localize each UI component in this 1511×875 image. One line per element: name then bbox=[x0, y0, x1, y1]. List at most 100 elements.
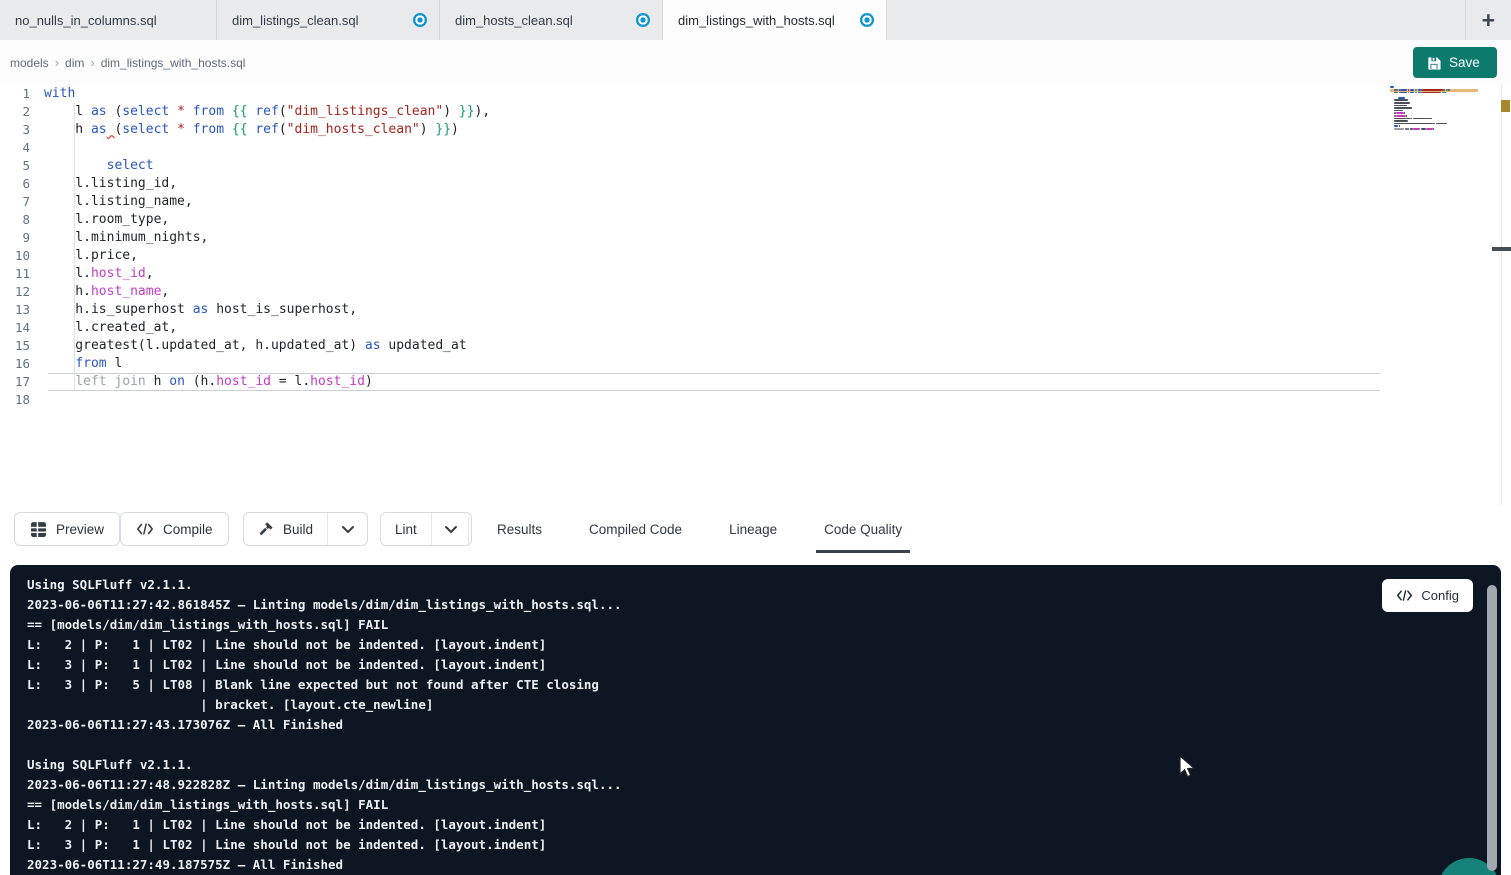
code-line: 9 l.minimum_nights, bbox=[0, 229, 1511, 247]
build-dropdown-button[interactable] bbox=[327, 513, 367, 545]
scrollbar-warning-marker bbox=[1501, 100, 1510, 112]
lint-split-button: Lint bbox=[380, 512, 472, 546]
config-button-label: Config bbox=[1421, 588, 1459, 603]
unsaved-changes-icon bbox=[636, 13, 650, 27]
lint-button[interactable]: Lint bbox=[381, 513, 431, 545]
editor-scrollbar-track bbox=[1501, 85, 1502, 505]
breadcrumb-item: dim bbox=[65, 56, 84, 70]
lint-dropdown-button[interactable] bbox=[431, 513, 471, 545]
editor-tab-3[interactable]: dim_hosts_clean.sql bbox=[440, 0, 663, 40]
panel-tab-code-quality[interactable]: Code Quality bbox=[816, 505, 910, 553]
scrollbar-position-marker[interactable] bbox=[1492, 247, 1511, 251]
line-number: 17 bbox=[0, 373, 44, 391]
editor-tab-2[interactable]: dim_listings_clean.sql bbox=[217, 0, 440, 40]
terminal-line: == [models/dim/dim_listings_with_hosts.s… bbox=[27, 795, 1471, 815]
breadcrumb-separator-icon: › bbox=[55, 55, 59, 70]
line-number: 3 bbox=[0, 121, 44, 139]
terminal-line: L: 3 | P: 1 | LT02 | Line should not be … bbox=[27, 655, 1471, 675]
terminal-line: 2023-06-06T11:27:42.861845Z — Linting mo… bbox=[27, 595, 1471, 615]
save-button-label: Save bbox=[1449, 55, 1480, 70]
preview-button[interactable]: Preview bbox=[14, 512, 120, 546]
terminal-line: 2023-06-06T11:27:43.173076Z — All Finish… bbox=[27, 715, 1471, 735]
line-number: 1 bbox=[0, 85, 44, 103]
line-number: 7 bbox=[0, 193, 44, 211]
file-header-bar: models › dim › dim_listings_with_hosts.sql S… bbox=[0, 40, 1511, 85]
build-button[interactable]: Build bbox=[244, 513, 327, 545]
panel-tab-lineage[interactable]: Lineage bbox=[721, 505, 785, 553]
code-line: 14 l.created_at, bbox=[0, 319, 1511, 337]
code-line: 6 l.listing_id, bbox=[0, 175, 1511, 193]
new-tab-button[interactable]: + bbox=[1476, 9, 1501, 32]
line-number: 9 bbox=[0, 229, 44, 247]
panel-tab-compiled-code[interactable]: Compiled Code bbox=[581, 505, 690, 553]
preview-button-label: Preview bbox=[56, 522, 104, 537]
line-number: 5 bbox=[0, 157, 44, 175]
code-line: 8 l.room_type, bbox=[0, 211, 1511, 229]
code-line: 16 from l bbox=[0, 355, 1511, 373]
code-line: 7 l.listing_name, bbox=[0, 193, 1511, 211]
line-number: 10 bbox=[0, 247, 44, 265]
code-editor[interactable]: 1with2 l as (select * from {{ ref("dim_l… bbox=[0, 85, 1511, 505]
compile-button[interactable]: Compile bbox=[120, 512, 229, 546]
minimap[interactable] bbox=[1390, 86, 1478, 136]
terminal-line: L: 3 | P: 5 | LT08 | Blank line expected… bbox=[27, 675, 1471, 695]
line-number: 15 bbox=[0, 337, 44, 355]
breadcrumb-item: dim_listings_with_hosts.sql bbox=[101, 56, 246, 70]
hammer-icon bbox=[258, 521, 274, 537]
terminal-line: L: 2 | P: 1 | LT02 | Line should not be … bbox=[27, 815, 1471, 835]
build-split-button: Build bbox=[243, 512, 368, 546]
line-number: 13 bbox=[0, 301, 44, 319]
terminal-line: Using SQLFluff v2.1.1. bbox=[27, 575, 1471, 595]
line-number: 4 bbox=[0, 139, 44, 157]
code-line: 11 l.host_id, bbox=[0, 265, 1511, 283]
line-number: 8 bbox=[0, 211, 44, 229]
compile-button-label: Compile bbox=[163, 522, 213, 537]
code-icon bbox=[136, 522, 154, 536]
breadcrumb: models › dim › dim_listings_with_hosts.sql bbox=[10, 55, 245, 70]
dbt-ide-window: no_nulls_in_columns.sql dim_listings_clea… bbox=[0, 0, 1511, 875]
line-number: 11 bbox=[0, 265, 44, 283]
terminal-line bbox=[27, 735, 1471, 755]
editor-tab-4[interactable]: dim_listings_with_hosts.sql bbox=[663, 0, 887, 40]
terminal-output: Using SQLFluff v2.1.1.2023-06-06T11:27:4… bbox=[27, 575, 1471, 875]
code-line: 3 h as (select * from {{ ref("dim_hosts_… bbox=[0, 121, 1511, 139]
terminal-line: Using SQLFluff v2.1.1. bbox=[27, 755, 1471, 775]
chevron-down-icon bbox=[444, 525, 458, 534]
code-line: 5 select bbox=[0, 157, 1511, 175]
tab-label: no_nulls_in_columns.sql bbox=[15, 13, 204, 28]
terminal-line: 2023-06-06T11:27:49.187575Z — All Finish… bbox=[27, 855, 1471, 875]
action-toolbar: Preview Compile Build bbox=[0, 505, 1511, 553]
terminal-scrollbar-thumb[interactable] bbox=[1487, 585, 1497, 871]
editor-tab-1[interactable]: no_nulls_in_columns.sql bbox=[0, 0, 217, 40]
breadcrumb-separator-icon: › bbox=[90, 55, 94, 70]
code-line: 1with bbox=[0, 85, 1511, 103]
code-line: 13 h.is_superhost as host_is_superhost, bbox=[0, 301, 1511, 319]
line-number: 2 bbox=[0, 103, 44, 121]
tab-label: dim_hosts_clean.sql bbox=[455, 13, 626, 28]
breadcrumb-item: models bbox=[10, 56, 49, 70]
lint-output-terminal: Using SQLFluff v2.1.1.2023-06-06T11:27:4… bbox=[10, 565, 1501, 875]
panel-tab-results[interactable]: Results bbox=[489, 505, 550, 553]
code-line: 17 left join h on (h.host_id = l.host_id… bbox=[0, 373, 1511, 391]
code-line: 2 l as (select * from {{ ref("dim_listin… bbox=[0, 103, 1511, 121]
terminal-line: L: 3 | P: 1 | LT02 | Line should not be … bbox=[27, 835, 1471, 855]
build-button-label: Build bbox=[283, 522, 313, 537]
line-number: 18 bbox=[0, 391, 44, 409]
code-line: 18 bbox=[0, 391, 1511, 409]
terminal-line: == [models/dim/dim_listings_with_hosts.s… bbox=[27, 615, 1471, 635]
result-panel-tabs: Results Compiled Code Lineage Code Quality bbox=[489, 505, 910, 553]
indent-guide bbox=[74, 103, 75, 391]
floppy-disk-icon bbox=[1427, 56, 1441, 70]
unsaved-changes-icon bbox=[413, 13, 427, 27]
tab-label: dim_listings_with_hosts.sql bbox=[678, 13, 850, 28]
code-line: 10 l.price, bbox=[0, 247, 1511, 265]
code-line: 12 h.host_name, bbox=[0, 283, 1511, 301]
code-lines: 1with2 l as (select * from {{ ref("dim_l… bbox=[0, 85, 1511, 409]
lint-button-label: Lint bbox=[395, 522, 417, 537]
save-button[interactable]: Save bbox=[1413, 47, 1497, 78]
config-button[interactable]: Config bbox=[1382, 579, 1473, 612]
editor-tab-bar: no_nulls_in_columns.sql dim_listings_clea… bbox=[0, 0, 1511, 40]
tab-bar-right: + bbox=[1465, 0, 1511, 40]
code-line: 4 bbox=[0, 139, 1511, 157]
code-icon bbox=[1396, 589, 1413, 602]
